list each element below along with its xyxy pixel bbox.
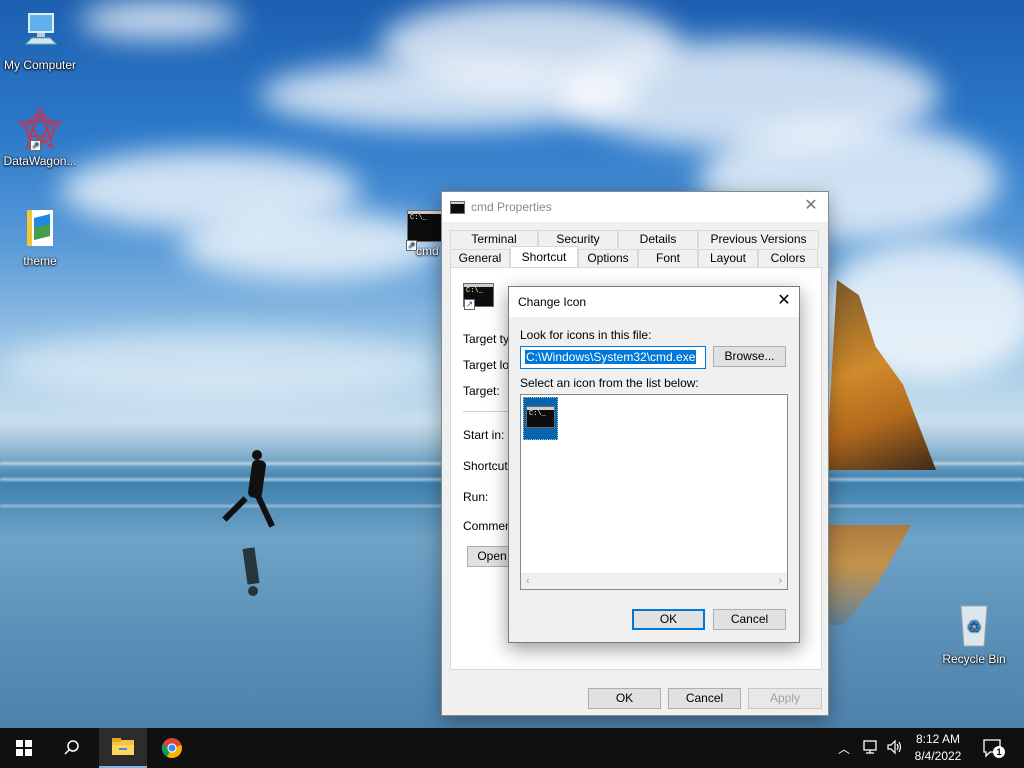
notification-count-badge: 1 xyxy=(993,746,1005,758)
notification-center-button[interactable]: 1 xyxy=(980,736,1006,760)
search-button[interactable] xyxy=(48,728,96,768)
theme-file-icon xyxy=(20,206,60,252)
tab-row-bottom: General Shortcut Options Font Layout Col… xyxy=(450,246,818,267)
browse-button[interactable]: Browse... xyxy=(713,346,786,367)
cancel-button[interactable]: Cancel xyxy=(668,688,741,709)
scroll-right-icon[interactable]: › xyxy=(778,575,782,587)
icon-list-item[interactable]: C:\_ xyxy=(523,397,558,440)
chevron-up-icon: ︿ xyxy=(838,742,851,756)
tab-general[interactable]: General xyxy=(450,249,510,267)
icon-list[interactable]: C:\_ ‹ › xyxy=(520,394,788,590)
properties-titlebar[interactable]: cmd Properties ✕ xyxy=(442,192,828,222)
computer-icon xyxy=(20,8,60,56)
recycle-bin-icon: ♻ xyxy=(954,600,994,650)
horizontal-scrollbar[interactable]: ‹ › xyxy=(521,573,787,589)
desktop-icon-datawagon[interactable]: ↗ DataWagon... xyxy=(0,106,80,168)
start-in-label: Start in: xyxy=(463,428,505,442)
separator xyxy=(463,411,513,412)
shortcut-arrow-icon: ↗ xyxy=(464,299,475,310)
tab-previous-versions[interactable]: Previous Versions xyxy=(698,230,819,248)
tab-details[interactable]: Details xyxy=(618,230,698,248)
tab-colors[interactable]: Colors xyxy=(758,249,818,267)
cmd-icon xyxy=(450,200,465,214)
tab-row-top: Terminal Security Details Previous Versi… xyxy=(450,230,819,248)
desktop-icon-label: Recycle Bin xyxy=(942,652,1006,666)
start-button[interactable] xyxy=(0,728,48,768)
chrome-icon xyxy=(161,738,182,759)
cmd-icon: C:\_ xyxy=(526,406,555,428)
windows-logo-icon xyxy=(16,740,32,756)
desktop-icon-recycle-bin[interactable]: ♻ Recycle Bin xyxy=(934,600,1014,666)
select-icon-label: Select an icon from the list below: xyxy=(520,376,699,390)
desktop-icon-theme[interactable]: theme xyxy=(0,206,80,268)
shortcut-arrow-icon: ↗ xyxy=(30,140,41,151)
close-icon[interactable]: ✕ xyxy=(775,292,793,310)
network-icon[interactable] xyxy=(862,739,880,758)
window-title: cmd Properties xyxy=(471,200,552,214)
dialog-title: Change Icon xyxy=(518,295,587,309)
look-for-icons-label: Look for icons in this file: xyxy=(520,328,652,342)
tab-options[interactable]: Options xyxy=(578,249,638,267)
tab-layout[interactable]: Layout xyxy=(698,249,758,267)
close-icon[interactable]: ✕ xyxy=(802,197,820,215)
taskbar-chrome[interactable] xyxy=(148,728,196,768)
ok-button[interactable]: OK xyxy=(588,688,661,709)
tab-font[interactable]: Font xyxy=(638,249,698,267)
datawagon-logo-icon: ↗ xyxy=(17,106,63,152)
dialog-titlebar[interactable]: Change Icon ✕ xyxy=(509,287,799,317)
volume-icon[interactable] xyxy=(886,739,904,758)
desktop-icon-label: theme xyxy=(23,254,57,268)
apply-button[interactable]: Apply xyxy=(748,688,822,709)
desktop-icon-my-computer[interactable]: My Computer xyxy=(0,8,80,72)
icon-file-path-value: C:\Windows\System32\cmd.exe xyxy=(525,350,697,364)
target-label: Target: xyxy=(463,384,500,398)
folder-icon xyxy=(112,738,134,755)
dialog-cancel-button[interactable]: Cancel xyxy=(713,609,786,630)
cmd-icon: C:\_ xyxy=(407,210,443,242)
dialog-ok-button[interactable]: OK xyxy=(632,609,705,630)
change-icon-dialog: Change Icon ✕ Look for icons in this fil… xyxy=(508,286,800,643)
shortcut-arrow-icon: ↗ xyxy=(406,240,417,251)
taskbar: ︿ 8:12 AM 8/4/2022 1 xyxy=(0,728,1024,768)
search-icon xyxy=(64,740,79,755)
tab-shortcut[interactable]: Shortcut xyxy=(510,246,578,267)
clock-date[interactable]: 8/4/2022 xyxy=(910,749,966,763)
run-label: Run: xyxy=(463,490,489,504)
desktop-icon-label: DataWagon... xyxy=(3,154,77,168)
desktop-icon-label: My Computer xyxy=(3,58,77,72)
taskbar-file-explorer[interactable] xyxy=(99,728,147,768)
scroll-left-icon[interactable]: ‹ xyxy=(526,575,530,587)
svg-text:♻: ♻ xyxy=(967,617,981,636)
show-hidden-icons-button[interactable]: ︿ xyxy=(838,740,850,757)
clock-time[interactable]: 8:12 AM xyxy=(910,732,966,746)
icon-file-path-input[interactable]: C:\Windows\System32\cmd.exe xyxy=(520,346,706,369)
